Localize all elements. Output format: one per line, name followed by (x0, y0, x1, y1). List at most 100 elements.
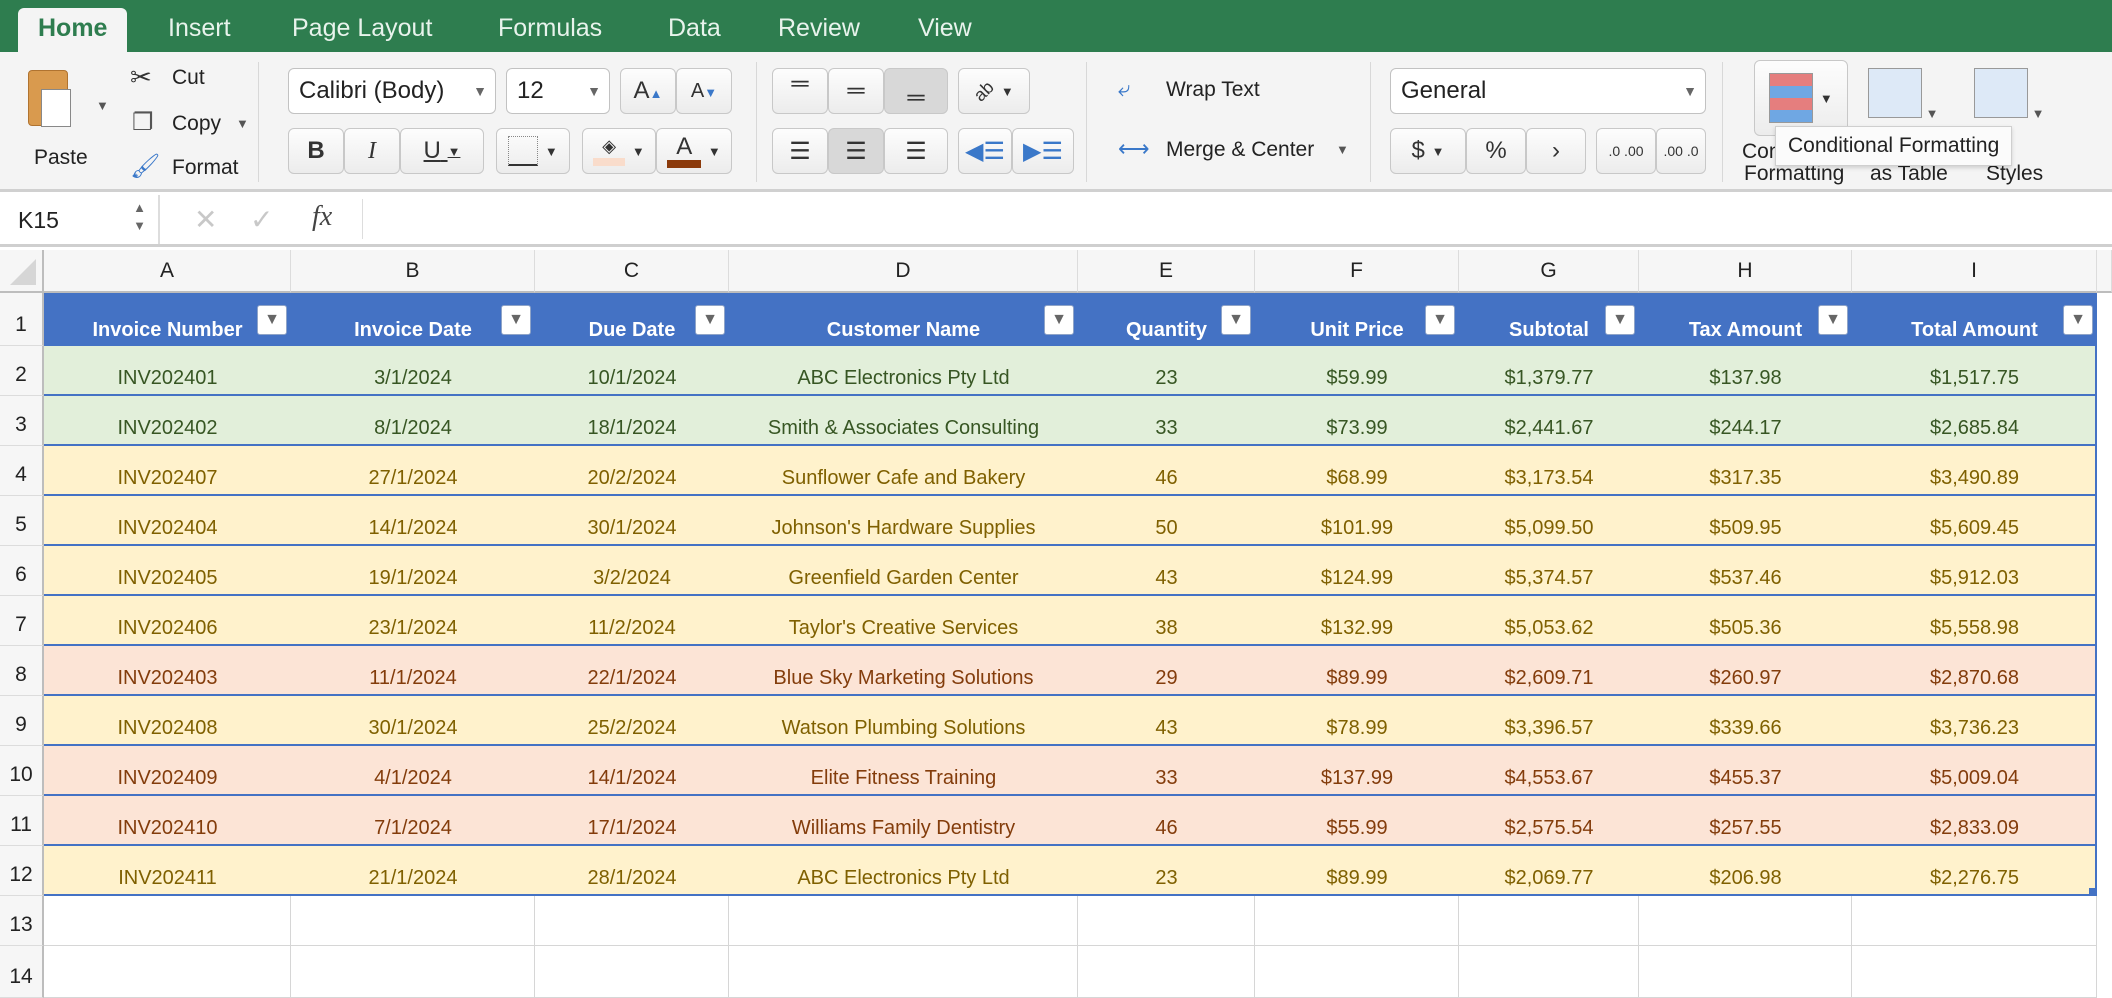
table-cell[interactable]: INV202410 (44, 796, 291, 846)
table-cell[interactable]: $78.99 (1255, 696, 1459, 746)
table-cell[interactable]: $2,833.09 (1852, 796, 2097, 846)
filter-dropdown-icon[interactable]: ▼ (1044, 305, 1074, 335)
table-cell[interactable]: $68.99 (1255, 446, 1459, 496)
table-cell[interactable]: $2,575.54 (1459, 796, 1639, 846)
table-cell[interactable]: $89.99 (1255, 846, 1459, 896)
insert-function-icon[interactable]: fx (312, 201, 332, 233)
empty-cell[interactable] (1852, 896, 2097, 946)
table-cell[interactable]: 29 (1078, 646, 1255, 696)
row-header-8[interactable]: 8 (0, 646, 44, 696)
row-header-2[interactable]: 2 (0, 346, 44, 396)
table-cell[interactable]: $3,173.54 (1459, 446, 1639, 496)
empty-cell[interactable] (1639, 946, 1852, 998)
table-cell[interactable]: 19/1/2024 (291, 546, 535, 596)
table-cell[interactable]: $5,099.50 (1459, 496, 1639, 546)
table-cell[interactable]: 3/1/2024 (291, 346, 535, 396)
table-cell[interactable]: 46 (1078, 446, 1255, 496)
align-middle-button[interactable]: ═ (828, 68, 884, 114)
table-cell[interactable]: INV202407 (44, 446, 291, 496)
row-header-6[interactable]: 6 (0, 546, 44, 596)
table-cell[interactable]: Blue Sky Marketing Solutions (729, 646, 1078, 696)
format-painter-button[interactable]: 🖌 Format (130, 152, 239, 181)
row-header-13[interactable]: 13 (0, 896, 44, 946)
merge-center-button[interactable]: ⟷ Merge & Center ▼ (1118, 136, 1349, 162)
table-cell[interactable]: $2,441.67 (1459, 396, 1639, 446)
table-cell[interactable]: $5,053.62 (1459, 596, 1639, 646)
table-cell[interactable]: $2,069.77 (1459, 846, 1639, 896)
table-cell[interactable]: $137.99 (1255, 746, 1459, 796)
table-cell[interactable]: $5,558.98 (1852, 596, 2097, 646)
table-cell[interactable]: 38 (1078, 596, 1255, 646)
table-cell[interactable]: $89.99 (1255, 646, 1459, 696)
empty-cell[interactable] (535, 946, 729, 998)
table-cell[interactable]: INV202405 (44, 546, 291, 596)
table-cell[interactable]: Taylor's Creative Services (729, 596, 1078, 646)
table-cell[interactable]: 20/2/2024 (535, 446, 729, 496)
table-cell[interactable]: $2,870.68 (1852, 646, 2097, 696)
table-cell[interactable]: $5,912.03 (1852, 546, 2097, 596)
empty-cell[interactable] (535, 896, 729, 946)
table-cell[interactable]: 33 (1078, 396, 1255, 446)
empty-cell[interactable] (291, 896, 535, 946)
empty-cell[interactable] (44, 896, 291, 946)
empty-cell[interactable] (1459, 896, 1639, 946)
table-cell[interactable]: $55.99 (1255, 796, 1459, 846)
table-cell[interactable]: $3,490.89 (1852, 446, 2097, 496)
table-cell[interactable]: INV202408 (44, 696, 291, 746)
bold-button[interactable]: B (288, 128, 344, 174)
table-cell[interactable]: INV202411 (44, 846, 291, 896)
empty-cell[interactable] (1255, 946, 1459, 998)
table-cell[interactable]: $73.99 (1255, 396, 1459, 446)
table-cell[interactable]: 43 (1078, 546, 1255, 596)
empty-cell[interactable] (729, 896, 1078, 946)
align-bottom-button[interactable]: ═ (884, 68, 948, 114)
table-cell[interactable]: 27/1/2024 (291, 446, 535, 496)
decrease-indent-button[interactable]: ◀☰ (958, 128, 1012, 174)
cell-styles-button[interactable]: ▼ (1974, 68, 2060, 132)
table-resize-handle[interactable] (2089, 888, 2097, 896)
table-cell[interactable]: 3/2/2024 (535, 546, 729, 596)
table-cell[interactable]: $3,736.23 (1852, 696, 2097, 746)
table-cell[interactable]: $339.66 (1639, 696, 1852, 746)
table-cell[interactable]: 43 (1078, 696, 1255, 746)
paste-dropdown-icon[interactable]: ▼ (96, 98, 109, 113)
decrease-decimal-button[interactable]: .00 .0 (1656, 128, 1706, 174)
filter-dropdown-icon[interactable]: ▼ (1425, 305, 1455, 335)
row-header-12[interactable]: 12 (0, 846, 44, 896)
row-header-5[interactable]: 5 (0, 496, 44, 546)
percent-format-button[interactable]: % (1466, 128, 1526, 174)
table-cell[interactable]: ABC Electronics Pty Ltd (729, 346, 1078, 396)
tab-page-layout[interactable]: Page Layout (272, 8, 452, 52)
italic-button[interactable]: I (344, 128, 400, 174)
table-cell[interactable]: $537.46 (1639, 546, 1852, 596)
table-cell[interactable]: $1,379.77 (1459, 346, 1639, 396)
table-cell[interactable]: $509.95 (1639, 496, 1852, 546)
table-cell[interactable]: $317.35 (1639, 446, 1852, 496)
column-header-D[interactable]: D (729, 250, 1078, 293)
table-cell[interactable]: 30/1/2024 (535, 496, 729, 546)
table-cell[interactable]: $4,553.67 (1459, 746, 1639, 796)
empty-cell[interactable] (291, 946, 535, 998)
empty-cell[interactable] (1255, 896, 1459, 946)
align-right-button[interactable]: ☰ (884, 128, 948, 174)
row-header-11[interactable]: 11 (0, 796, 44, 846)
column-header-C[interactable]: C (535, 250, 729, 293)
font-size-select[interactable]: 12 ▼ (506, 68, 610, 114)
table-cell[interactable]: $5,009.04 (1852, 746, 2097, 796)
filter-dropdown-icon[interactable]: ▼ (1605, 305, 1635, 335)
filter-dropdown-icon[interactable]: ▼ (2063, 305, 2093, 335)
increase-font-size-button[interactable]: A▲ (620, 68, 676, 114)
table-cell[interactable]: 14/1/2024 (291, 496, 535, 546)
conditional-formatting-button[interactable]: ▼ (1754, 60, 1848, 136)
column-header-B[interactable]: B (291, 250, 535, 293)
table-cell[interactable]: $206.98 (1639, 846, 1852, 896)
table-cell[interactable]: $2,609.71 (1459, 646, 1639, 696)
column-header-F[interactable]: F (1255, 250, 1459, 293)
font-color-button[interactable]: A ▼ (656, 128, 732, 174)
table-cell[interactable]: 18/1/2024 (535, 396, 729, 446)
filter-dropdown-icon[interactable]: ▼ (1818, 305, 1848, 335)
table-cell[interactable]: INV202401 (44, 346, 291, 396)
table-cell[interactable]: 7/1/2024 (291, 796, 535, 846)
filter-dropdown-icon[interactable]: ▼ (257, 305, 287, 335)
table-cell[interactable]: ABC Electronics Pty Ltd (729, 846, 1078, 896)
